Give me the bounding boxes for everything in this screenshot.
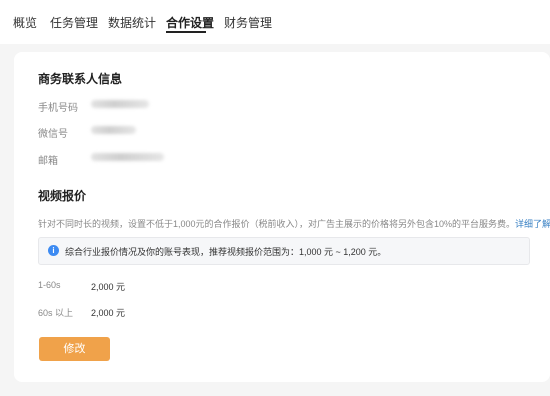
pricing-description: 针对不同时长的视频，设置不低于1,000元的合作报价（税前收入），对广告主展示的… bbox=[38, 217, 550, 230]
price-label-long: 60s 以上 bbox=[38, 308, 74, 318]
recommendation-notice: i 综合行业报价情况及你的账号表现，推荐视频报价范围为：1,000 元 ~ 1,… bbox=[38, 237, 530, 265]
phone-value-redacted bbox=[91, 100, 149, 108]
info-icon: i bbox=[48, 245, 59, 256]
active-tab-indicator bbox=[166, 31, 206, 33]
tab-overview[interactable]: 概览 bbox=[13, 14, 37, 31]
recommendation-text: 综合行业报价情况及你的账号表现，推荐视频报价范围为：1,000 元 ~ 1,20… bbox=[65, 247, 387, 257]
learn-more-link[interactable]: 详细了解 bbox=[515, 219, 550, 229]
pricing-description-text: 针对不同时长的视频，设置不低于1,000元的合作报价（税前收入），对广告主展示的… bbox=[38, 219, 516, 229]
top-nav-bar: 概览 任务管理 数据统计 合作设置 财务管理 bbox=[0, 0, 550, 44]
tab-task-management[interactable]: 任务管理 bbox=[50, 14, 98, 31]
email-label: 邮箱 bbox=[38, 156, 58, 167]
contact-section-title: 商务联系人信息 bbox=[38, 72, 123, 86]
price-value-long: 2,000 元 bbox=[91, 308, 126, 318]
edit-button[interactable]: 修改 bbox=[39, 337, 110, 361]
tab-finance-management[interactable]: 财务管理 bbox=[224, 14, 272, 31]
video-pricing-title: 视频报价 bbox=[38, 189, 87, 203]
wechat-label: 微信号 bbox=[38, 129, 68, 140]
price-label-short: 1-60s bbox=[38, 280, 61, 290]
email-value-redacted bbox=[91, 153, 164, 161]
price-value-short: 2,000 元 bbox=[91, 282, 126, 292]
settings-card: 商务联系人信息 手机号码 微信号 邮箱 视频报价 针对不同时长的视频，设置不低于… bbox=[14, 52, 550, 382]
phone-label: 手机号码 bbox=[38, 103, 78, 114]
wechat-value-redacted bbox=[91, 126, 136, 134]
tab-cooperation-settings[interactable]: 合作设置 bbox=[166, 14, 214, 31]
tab-data-statistics[interactable]: 数据统计 bbox=[108, 14, 156, 31]
